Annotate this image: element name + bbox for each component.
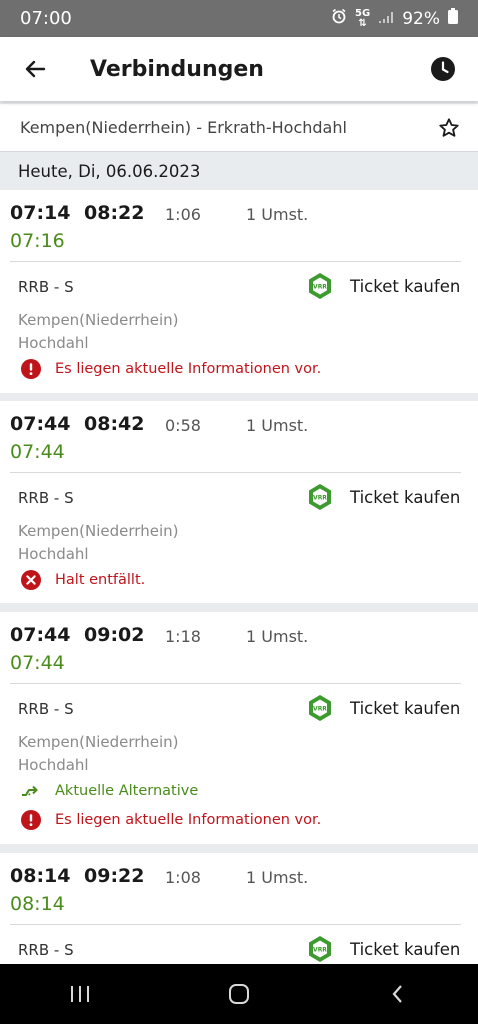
realtime-departure: 08:14: [10, 893, 65, 915]
origin-stop: Kempen(Niederrhein): [18, 733, 179, 751]
cancel-circle-icon: [21, 570, 41, 590]
divider: [10, 683, 461, 684]
connection-times: 07:44 08:42 0:58 1 Umst.: [10, 413, 470, 437]
alternative-text: Aktuelle Alternative: [55, 783, 199, 799]
vrr-logo-text: VRR: [313, 494, 327, 501]
realtime-departure: 07:16: [10, 230, 65, 252]
star-icon: [439, 117, 459, 137]
home-icon: [228, 984, 249, 1004]
connection-card[interactable]: 07:14 08:22 1:06 1 Umst. 07:16 RRB - S V…: [0, 190, 478, 393]
arrival-time: 08:42: [84, 413, 145, 435]
destination-stop: Hochdahl: [18, 334, 89, 352]
info-message: Halt entfällt.: [21, 570, 145, 590]
destination-stop: Hochdahl: [18, 545, 89, 563]
changes: 1 Umst.: [246, 627, 309, 646]
ticket-label: Ticket kaufen: [350, 698, 461, 718]
info-text: Halt entfällt.: [55, 572, 146, 588]
duration: 1:18: [165, 627, 201, 646]
departure-time: 07:14: [10, 202, 71, 224]
alert-exclamation-icon: [21, 359, 41, 379]
alternative-link[interactable]: Aktuelle Alternative: [21, 781, 198, 801]
app-bar: Verbindungen: [0, 37, 478, 101]
destination-stop: Hochdahl: [18, 756, 89, 774]
vrr-logo-icon: VRR: [309, 484, 331, 510]
divider: [10, 472, 461, 473]
ticket-button[interactable]: VRR Ticket kaufen: [306, 483, 460, 511]
arrival-time: 09:02: [84, 624, 145, 646]
info-text: Es liegen aktuelle Informationen vor.: [55, 361, 322, 377]
signal-icon: [378, 9, 394, 29]
changes: 1 Umst.: [246, 416, 309, 435]
line-name: RRB - S: [18, 489, 74, 507]
network-5g-icon: 5G ⇅: [355, 7, 371, 29]
recent-apps-button[interactable]: [40, 964, 120, 1024]
line-name: RRB - S: [18, 700, 74, 718]
connection-times: 08:14 09:22 1:08 1 Umst.: [10, 865, 470, 889]
vrr-logo-icon: VRR: [309, 936, 331, 962]
alarm-icon: [331, 8, 347, 29]
ticket-button[interactable]: VRR Ticket kaufen: [306, 272, 460, 300]
system-back-button[interactable]: [358, 964, 438, 1024]
origin-stop: Kempen(Niederrhein): [18, 522, 179, 540]
ticket-button[interactable]: VRR Ticket kaufen: [306, 935, 460, 963]
back-button[interactable]: [0, 37, 70, 101]
status-bar: 07:00 5G ⇅ 92%: [0, 0, 478, 37]
connection-times: 07:44 09:02 1:18 1 Umst.: [10, 624, 470, 648]
clock-icon: [431, 57, 455, 81]
connection-card[interactable]: 07:44 08:42 0:58 1 Umst. 07:44 RRB - S V…: [0, 401, 478, 603]
realtime-departure: 07:44: [10, 441, 65, 463]
page-title: Verbindungen: [90, 56, 264, 82]
connection-card[interactable]: 07:44 09:02 1:18 1 Umst. 07:44 RRB - S V…: [0, 612, 478, 844]
divider: [10, 924, 461, 925]
arrival-time: 09:22: [84, 865, 145, 887]
ticket-label: Ticket kaufen: [350, 487, 461, 507]
vrr-logo-icon: VRR: [309, 695, 331, 721]
departure-time: 07:44: [10, 413, 71, 435]
vrr-logo-text: VRR: [313, 705, 327, 712]
changes: 1 Umst.: [246, 868, 309, 887]
line-name: RRB - S: [18, 278, 74, 296]
status-time: 07:00: [20, 8, 72, 29]
route-text: Kempen(Niederrhein) - Erkrath-Hochdahl: [20, 118, 347, 137]
departure-time: 07:44: [10, 624, 71, 646]
vrr-logo-text: VRR: [313, 283, 327, 290]
arrival-time: 08:22: [84, 202, 145, 224]
line-name: RRB - S: [18, 941, 74, 959]
vrr-logo-icon: VRR: [309, 273, 331, 299]
time-selection-button[interactable]: [408, 37, 478, 101]
connection-times: 07:14 08:22 1:06 1 Umst.: [10, 202, 470, 226]
alert-exclamation-icon: [21, 810, 41, 830]
connection-card[interactable]: 08:14 09:22 1:08 1 Umst. 08:14 RRB - S V…: [0, 853, 478, 964]
info-text: Es liegen aktuelle Informationen vor.: [55, 812, 322, 828]
home-button[interactable]: [199, 964, 279, 1024]
changes: 1 Umst.: [246, 205, 309, 224]
duration: 0:58: [165, 416, 201, 435]
favorite-button[interactable]: [420, 104, 478, 152]
chevron-left-icon: [392, 985, 403, 1003]
duration: 1:08: [165, 868, 201, 887]
date-text: Heute, Di, 06.06.2023: [18, 161, 201, 181]
battery-percent: 92%: [402, 8, 440, 29]
duration: 1:06: [165, 205, 201, 224]
ticket-button[interactable]: VRR Ticket kaufen: [306, 694, 460, 722]
divider: [10, 261, 461, 262]
ticket-label: Ticket kaufen: [350, 276, 461, 296]
arrow-left-icon: [25, 60, 46, 78]
info-message: Es liegen aktuelle Informationen vor.: [21, 359, 321, 379]
realtime-departure: 07:44: [10, 652, 65, 674]
info-message: Es liegen aktuelle Informationen vor.: [21, 810, 321, 830]
battery-icon: [448, 8, 458, 29]
departure-time: 08:14: [10, 865, 71, 887]
alternative-route-icon: [22, 785, 38, 796]
ticket-label: Ticket kaufen: [350, 939, 461, 959]
route-bar: Kempen(Niederrhein) - Erkrath-Hochdahl: [0, 104, 478, 152]
origin-stop: Kempen(Niederrhein): [18, 311, 179, 329]
system-nav-bar: [0, 964, 478, 1024]
network-label: 5G: [355, 7, 371, 19]
date-header: Heute, Di, 06.06.2023: [0, 152, 478, 190]
vrr-logo-text: VRR: [313, 946, 327, 953]
recent-apps-icon: [70, 986, 89, 1002]
